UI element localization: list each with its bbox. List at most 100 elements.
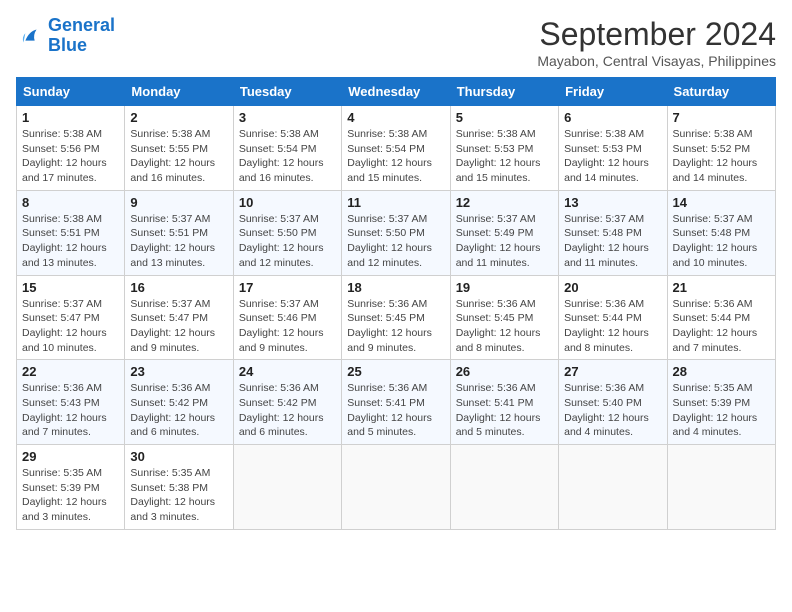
day-number: 28 — [673, 364, 770, 379]
logo-blue: Blue — [48, 35, 87, 55]
logo-general: General — [48, 15, 115, 35]
table-row: 26 Sunrise: 5:36 AM Sunset: 5:41 PM Dayli… — [450, 360, 558, 445]
day-info: Sunrise: 5:37 AM Sunset: 5:50 PM Dayligh… — [239, 212, 336, 271]
day-number: 3 — [239, 110, 336, 125]
day-info: Sunrise: 5:38 AM Sunset: 5:56 PM Dayligh… — [22, 127, 119, 186]
table-row — [667, 445, 775, 530]
table-row: 6Sunrise: 5:38 AM Sunset: 5:53 PM Daylig… — [559, 106, 667, 191]
day-number: 5 — [456, 110, 553, 125]
day-number: 8 — [22, 195, 119, 210]
header-row: Sunday Monday Tuesday Wednesday Thursday… — [17, 78, 776, 106]
day-info: Sunrise: 5:36 AM Sunset: 5:41 PM Dayligh… — [456, 381, 553, 440]
table-row: 3 Sunrise: 5:38 AM Sunset: 5:54 PM Daylig… — [233, 106, 341, 191]
day-info: Sunrise: 5:38 AM Sunset: 5:52 PM Dayligh… — [673, 127, 770, 186]
table-row: 21 Sunrise: 5:36 AM Sunset: 5:44 PM Dayli… — [667, 275, 775, 360]
day-info: Sunrise: 5:37 AM Sunset: 5:51 PM Dayligh… — [130, 212, 227, 271]
day-number: 30 — [130, 449, 227, 464]
table-row: 19 Sunrise: 5:36 AM Sunset: 5:45 PM Dayli… — [450, 275, 558, 360]
calendar-week-row: 8 Sunrise: 5:38 AM Sunset: 5:51 PM Daylig… — [17, 190, 776, 275]
day-number: 14 — [673, 195, 770, 210]
day-number: 10 — [239, 195, 336, 210]
day-info: Sunrise: 5:38 AM Sunset: 5:53 PM Dayligh… — [564, 127, 661, 186]
logo-text: General Blue — [48, 16, 115, 56]
table-row: 17Sunrise: 5:37 AM Sunset: 5:46 PM Dayli… — [233, 275, 341, 360]
day-number: 4 — [347, 110, 444, 125]
col-wednesday: Wednesday — [342, 78, 450, 106]
day-info: Sunrise: 5:37 AM Sunset: 5:47 PM Dayligh… — [130, 297, 227, 356]
day-number: 18 — [347, 280, 444, 295]
table-row: 2 Sunrise: 5:38 AM Sunset: 5:55 PM Daylig… — [125, 106, 233, 191]
day-number: 2 — [130, 110, 227, 125]
table-row: 13 Sunrise: 5:37 AM Sunset: 5:48 PM Dayli… — [559, 190, 667, 275]
day-number: 22 — [22, 364, 119, 379]
day-info: Sunrise: 5:37 AM Sunset: 5:50 PM Dayligh… — [347, 212, 444, 271]
day-number: 21 — [673, 280, 770, 295]
day-number: 11 — [347, 195, 444, 210]
day-number: 26 — [456, 364, 553, 379]
day-info: Sunrise: 5:36 AM Sunset: 5:45 PM Dayligh… — [347, 297, 444, 356]
table-row: 25 Sunrise: 5:36 AM Sunset: 5:41 PM Dayli… — [342, 360, 450, 445]
day-number: 13 — [564, 195, 661, 210]
table-row — [559, 445, 667, 530]
table-row: 30 Sunrise: 5:35 AM Sunset: 5:38 PM Dayli… — [125, 445, 233, 530]
table-row — [342, 445, 450, 530]
table-row: 18 Sunrise: 5:36 AM Sunset: 5:45 PM Dayli… — [342, 275, 450, 360]
table-row: 8 Sunrise: 5:38 AM Sunset: 5:51 PM Daylig… — [17, 190, 125, 275]
day-info: Sunrise: 5:36 AM Sunset: 5:42 PM Dayligh… — [239, 381, 336, 440]
col-monday: Monday — [125, 78, 233, 106]
day-info: Sunrise: 5:38 AM Sunset: 5:54 PM Dayligh… — [347, 127, 444, 186]
calendar-week-row: 1 Sunrise: 5:38 AM Sunset: 5:56 PM Daylig… — [17, 106, 776, 191]
calendar-week-row: 22Sunrise: 5:36 AM Sunset: 5:43 PM Dayli… — [17, 360, 776, 445]
day-info: Sunrise: 5:38 AM Sunset: 5:54 PM Dayligh… — [239, 127, 336, 186]
table-row: 11 Sunrise: 5:37 AM Sunset: 5:50 PM Dayli… — [342, 190, 450, 275]
table-row — [450, 445, 558, 530]
day-info: Sunrise: 5:37 AM Sunset: 5:49 PM Dayligh… — [456, 212, 553, 271]
day-number: 1 — [22, 110, 119, 125]
table-row: 20Sunrise: 5:36 AM Sunset: 5:44 PM Dayli… — [559, 275, 667, 360]
day-number: 20 — [564, 280, 661, 295]
day-info: Sunrise: 5:37 AM Sunset: 5:47 PM Dayligh… — [22, 297, 119, 356]
table-row: 9 Sunrise: 5:37 AM Sunset: 5:51 PM Daylig… — [125, 190, 233, 275]
table-row — [233, 445, 341, 530]
table-row: 14 Sunrise: 5:37 AM Sunset: 5:48 PM Dayli… — [667, 190, 775, 275]
calendar-week-row: 29 Sunrise: 5:35 AM Sunset: 5:39 PM Dayli… — [17, 445, 776, 530]
day-number: 25 — [347, 364, 444, 379]
table-row: 16 Sunrise: 5:37 AM Sunset: 5:47 PM Dayli… — [125, 275, 233, 360]
day-info: Sunrise: 5:37 AM Sunset: 5:48 PM Dayligh… — [673, 212, 770, 271]
table-row: 5 Sunrise: 5:38 AM Sunset: 5:53 PM Daylig… — [450, 106, 558, 191]
day-info: Sunrise: 5:36 AM Sunset: 5:45 PM Dayligh… — [456, 297, 553, 356]
table-row: 4 Sunrise: 5:38 AM Sunset: 5:54 PM Daylig… — [342, 106, 450, 191]
col-sunday: Sunday — [17, 78, 125, 106]
day-number: 19 — [456, 280, 553, 295]
day-info: Sunrise: 5:38 AM Sunset: 5:53 PM Dayligh… — [456, 127, 553, 186]
calendar-week-row: 15 Sunrise: 5:37 AM Sunset: 5:47 PM Dayli… — [17, 275, 776, 360]
day-number: 16 — [130, 280, 227, 295]
table-row: 28 Sunrise: 5:35 AM Sunset: 5:39 PM Dayli… — [667, 360, 775, 445]
page-header: General Blue September 2024 Mayabon, Cen… — [16, 16, 776, 69]
day-number: 9 — [130, 195, 227, 210]
day-number: 15 — [22, 280, 119, 295]
day-info: Sunrise: 5:36 AM Sunset: 5:41 PM Dayligh… — [347, 381, 444, 440]
day-info: Sunrise: 5:35 AM Sunset: 5:39 PM Dayligh… — [673, 381, 770, 440]
day-info: Sunrise: 5:38 AM Sunset: 5:51 PM Dayligh… — [22, 212, 119, 271]
day-info: Sunrise: 5:38 AM Sunset: 5:55 PM Dayligh… — [130, 127, 227, 186]
table-row: 27Sunrise: 5:36 AM Sunset: 5:40 PM Dayli… — [559, 360, 667, 445]
col-thursday: Thursday — [450, 78, 558, 106]
col-friday: Friday — [559, 78, 667, 106]
table-row: 12Sunrise: 5:37 AM Sunset: 5:49 PM Dayli… — [450, 190, 558, 275]
day-info: Sunrise: 5:35 AM Sunset: 5:38 PM Dayligh… — [130, 466, 227, 525]
logo: General Blue — [16, 16, 115, 56]
location: Mayabon, Central Visayas, Philippines — [537, 53, 776, 69]
day-number: 23 — [130, 364, 227, 379]
day-info: Sunrise: 5:35 AM Sunset: 5:39 PM Dayligh… — [22, 466, 119, 525]
table-row: 10 Sunrise: 5:37 AM Sunset: 5:50 PM Dayli… — [233, 190, 341, 275]
table-row: 15 Sunrise: 5:37 AM Sunset: 5:47 PM Dayli… — [17, 275, 125, 360]
day-number: 29 — [22, 449, 119, 464]
table-row: 22Sunrise: 5:36 AM Sunset: 5:43 PM Dayli… — [17, 360, 125, 445]
col-tuesday: Tuesday — [233, 78, 341, 106]
day-info: Sunrise: 5:37 AM Sunset: 5:48 PM Dayligh… — [564, 212, 661, 271]
table-row: 7Sunrise: 5:38 AM Sunset: 5:52 PM Daylig… — [667, 106, 775, 191]
title-block: September 2024 Mayabon, Central Visayas,… — [537, 16, 776, 69]
day-info: Sunrise: 5:36 AM Sunset: 5:44 PM Dayligh… — [673, 297, 770, 356]
col-saturday: Saturday — [667, 78, 775, 106]
